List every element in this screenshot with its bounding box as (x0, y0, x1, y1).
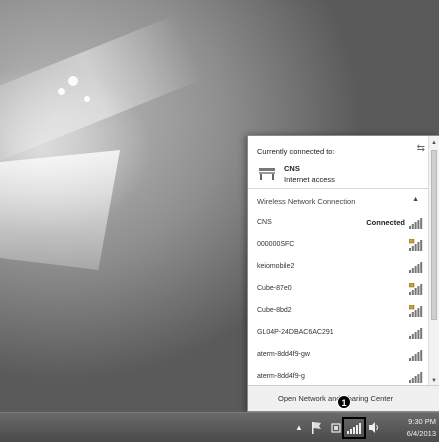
network-row[interactable]: CNS Connected (248, 212, 429, 234)
clock-date: 6/4/2013 (406, 429, 436, 438)
volume-icon[interactable] (368, 421, 380, 434)
network-name: CNS (257, 219, 272, 226)
wallpaper-sparkle (84, 96, 90, 102)
wireless-group-label: Wireless Network Connection (257, 197, 356, 206)
network-name: GL04P-24DBAC6AC291 (257, 329, 334, 336)
wireless-group-header[interactable]: Wireless Network Connection ▲ (248, 190, 429, 212)
network-name: keiomobile2 (257, 263, 295, 270)
network-row[interactable]: keiomobile2 (248, 256, 429, 278)
wifi-signal-icon (409, 371, 423, 383)
scroll-thumb[interactable] (431, 150, 437, 320)
network-row[interactable]: aterm-8dd4f9-gw (248, 344, 429, 366)
network-name: 000000SFC (257, 241, 295, 248)
windows-logo-flag (0, 150, 120, 270)
wifi-signal-icon (409, 349, 423, 361)
network-row[interactable]: Cube-87e0 (248, 278, 429, 300)
network-list: Wireless Network Connection ▲ CNS Connect… (248, 190, 429, 388)
wifi-signal-icon (347, 423, 361, 434)
wifi-signal-icon (409, 217, 423, 229)
wallpaper-sparkle (68, 76, 78, 86)
callout-badge: 1 (337, 395, 351, 409)
connection-name: CNS (284, 164, 300, 173)
taskbar: ▲ 9:30 PM 6/4/2013 (0, 412, 439, 442)
chevron-up-icon: ▲ (412, 196, 419, 203)
network-row[interactable]: 000000SFC (248, 234, 429, 256)
wifi-signal-icon (408, 304, 423, 317)
show-hidden-icons-arrow-icon[interactable]: ▲ (295, 423, 303, 432)
network-name: Cube-8bd2 (257, 307, 292, 314)
network-name: aterm-8dd4f9-gw (257, 351, 310, 358)
wallpaper-light-beam (0, 13, 204, 177)
refresh-icon[interactable]: ⇆ (417, 143, 425, 154)
wifi-tray-button[interactable] (342, 417, 366, 439)
flyout-scrollbar[interactable]: ▲ ▼ (428, 136, 439, 388)
wifi-signal-icon (409, 261, 423, 273)
clock-time: 9:30 PM (408, 417, 436, 426)
action-center-flag-icon[interactable] (310, 421, 323, 434)
wifi-signal-icon (409, 327, 423, 339)
network-name: aterm-8dd4f9-g (257, 373, 305, 380)
connection-status: Internet access (284, 175, 335, 184)
open-network-sharing-center-link[interactable]: Open Network and Sharing Center (278, 394, 393, 403)
connected-header: Currently connected to: ⇆ CNS Internet a… (248, 136, 429, 189)
scroll-up-arrow-icon[interactable]: ▲ (429, 138, 439, 148)
network-row[interactable]: Cube-8bd2 (248, 300, 429, 322)
network-status: Connected (366, 218, 405, 227)
network-bench-icon (259, 168, 275, 180)
network-name: Cube-87e0 (257, 285, 292, 292)
network-row[interactable]: GL04P-24DBAC6AC291 (248, 322, 429, 344)
wireless-network-flyout: Currently connected to: ⇆ CNS Internet a… (247, 135, 439, 412)
wifi-signal-icon (408, 282, 423, 295)
wallpaper-sparkle (58, 88, 65, 95)
currently-connected-label: Currently connected to: (257, 147, 335, 156)
system-clock[interactable]: 9:30 PM 6/4/2013 (388, 416, 436, 440)
wifi-signal-icon (408, 238, 423, 251)
